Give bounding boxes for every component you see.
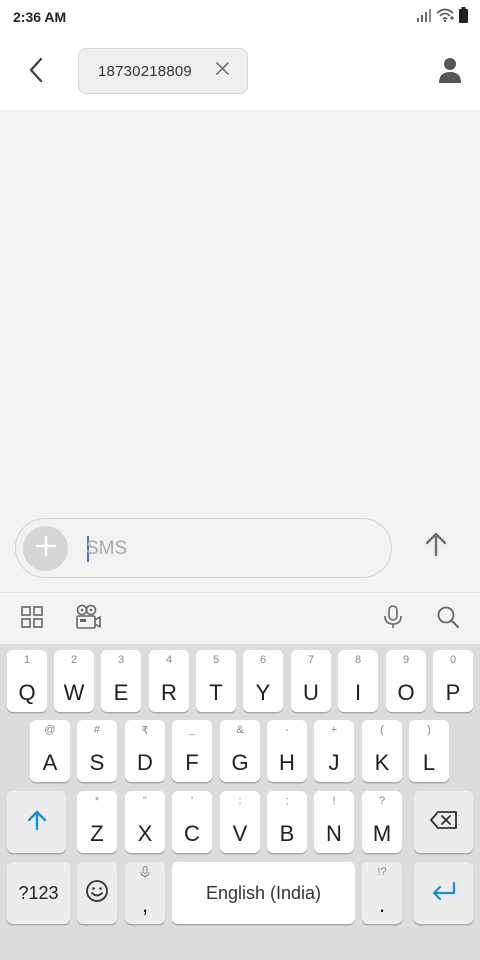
key-h[interactable]: -H bbox=[267, 720, 307, 782]
key-c[interactable]: ' C bbox=[172, 791, 212, 853]
mic-hint-icon bbox=[125, 866, 165, 882]
sms-input[interactable] bbox=[86, 531, 376, 567]
key-u[interactable]: 7U bbox=[291, 650, 331, 712]
backspace-key[interactable] bbox=[414, 791, 473, 853]
status-icons bbox=[417, 6, 468, 28]
key-s[interactable]: # S bbox=[77, 720, 117, 782]
arrow-up-icon bbox=[425, 531, 447, 562]
symbols-key-label: ?123 bbox=[18, 882, 59, 903]
key-k[interactable]: (K bbox=[362, 720, 402, 782]
grid-icon bbox=[21, 605, 43, 633]
key-v[interactable]: :V bbox=[220, 791, 260, 853]
key-x[interactable]: " X bbox=[125, 791, 165, 853]
battery-icon bbox=[459, 6, 468, 28]
key-f[interactable]: _ F bbox=[172, 720, 212, 782]
send-button[interactable] bbox=[414, 524, 458, 568]
back-button[interactable] bbox=[16, 52, 56, 92]
key-w[interactable]: 2W bbox=[54, 650, 94, 712]
search-icon bbox=[436, 605, 460, 634]
period-key[interactable]: !? . bbox=[362, 862, 402, 924]
person-icon bbox=[439, 57, 461, 88]
key-d[interactable]: ₹ D bbox=[125, 720, 165, 782]
backspace-icon bbox=[429, 810, 458, 835]
recipient-chip[interactable]: 18730218809 bbox=[78, 48, 248, 94]
message-list bbox=[0, 110, 480, 510]
key-i[interactable]: 8I bbox=[338, 650, 378, 712]
key-m[interactable]: ? M bbox=[362, 791, 402, 853]
key-l[interactable]: ) L bbox=[409, 720, 449, 782]
search-button[interactable] bbox=[432, 603, 464, 635]
key-q[interactable]: 1Q bbox=[7, 650, 47, 712]
key-a[interactable]: @ A bbox=[30, 720, 70, 782]
space-key[interactable]: English (India) bbox=[172, 862, 355, 924]
key-t[interactable]: 5T bbox=[196, 650, 236, 712]
soft-keyboard: 1Q 2W 3E 4R 5T 6Y 7U 8I 9O 0P @ A # S ₹ D _… bbox=[0, 644, 480, 960]
key-b[interactable]: ; B bbox=[267, 791, 307, 853]
key-e[interactable]: 3E bbox=[101, 650, 141, 712]
symbols-key[interactable]: ?123 bbox=[7, 862, 70, 924]
enter-key[interactable] bbox=[414, 862, 473, 924]
keyboard-toolbar bbox=[0, 592, 480, 644]
key-g[interactable]: & G bbox=[220, 720, 260, 782]
key-o[interactable]: 9O bbox=[386, 650, 426, 712]
compose-bar bbox=[15, 518, 392, 578]
key-r[interactable]: 4R bbox=[149, 650, 189, 712]
wifi-icon bbox=[436, 8, 454, 27]
enter-arrow-icon bbox=[431, 881, 457, 906]
smiley-icon bbox=[85, 879, 109, 908]
apps-button[interactable] bbox=[16, 603, 48, 635]
close-icon bbox=[215, 62, 229, 80]
chevron-left-icon bbox=[28, 57, 44, 88]
attach-button[interactable] bbox=[23, 526, 68, 571]
key-y[interactable]: 6Y bbox=[243, 650, 283, 712]
shift-arrow-icon bbox=[27, 809, 47, 836]
shift-key[interactable] bbox=[7, 791, 66, 853]
microphone-icon bbox=[383, 604, 403, 634]
key-z[interactable]: * Z bbox=[77, 791, 117, 853]
key-p[interactable]: 0P bbox=[433, 650, 473, 712]
space-key-label: English (India) bbox=[205, 882, 322, 903]
recipient-number: 18730218809 bbox=[98, 62, 192, 80]
emoji-key[interactable] bbox=[77, 862, 117, 924]
video-button[interactable] bbox=[72, 603, 104, 635]
status-time: 2:36 AM bbox=[13, 9, 67, 25]
plus-icon bbox=[35, 535, 56, 561]
conversation-header: 18730218809 bbox=[0, 34, 480, 110]
add-contact-button[interactable] bbox=[430, 54, 470, 90]
remove-recipient-button[interactable] bbox=[213, 62, 231, 80]
voice-input-button[interactable] bbox=[377, 603, 409, 635]
signal-icon bbox=[417, 8, 431, 27]
comma-key[interactable]: , bbox=[125, 862, 165, 924]
status-bar: 2:36 AM bbox=[0, 0, 480, 34]
key-j[interactable]: + J bbox=[314, 720, 354, 782]
key-n[interactable]: ! N bbox=[314, 791, 354, 853]
video-camera-icon bbox=[74, 604, 102, 635]
